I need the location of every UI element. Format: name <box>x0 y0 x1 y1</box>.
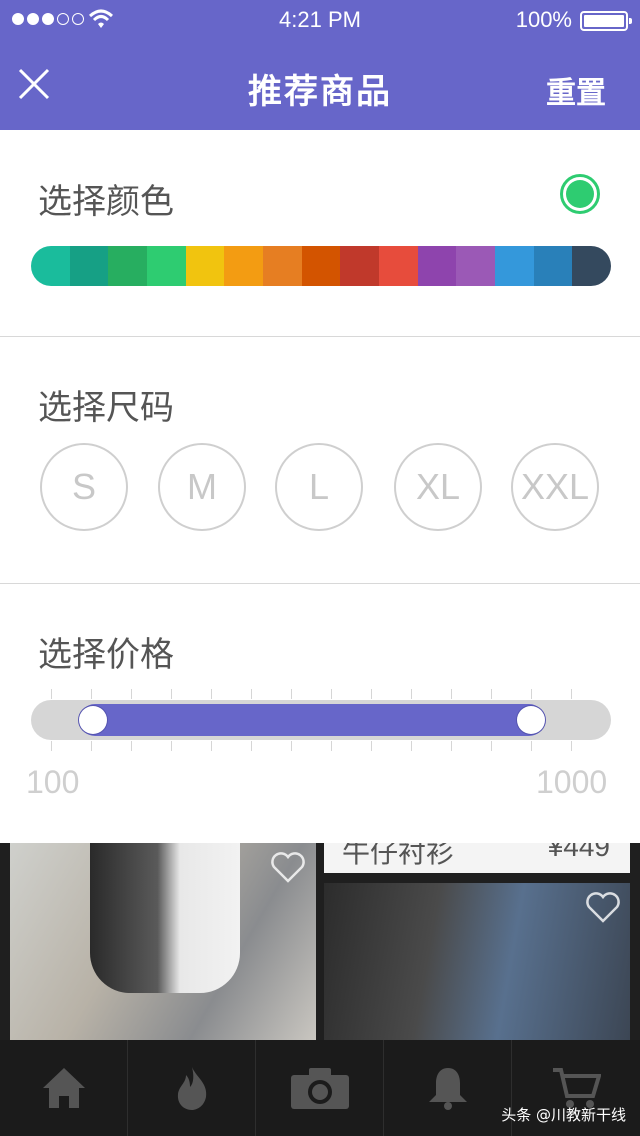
heart-icon[interactable] <box>585 891 621 923</box>
page-title: 推荐商品 <box>248 72 392 112</box>
color-swatch[interactable] <box>263 246 302 286</box>
color-swatch[interactable] <box>572 246 611 286</box>
price-slider-track[interactable] <box>31 700 611 740</box>
product-price-right: ¥449 <box>547 843 610 862</box>
color-swatch[interactable] <box>379 246 418 286</box>
status-bar: 4:21 PM 100% <box>0 0 640 40</box>
color-swatch[interactable] <box>108 246 148 286</box>
size-section-title: 选择尺码 <box>38 388 174 428</box>
size-option-m[interactable]: M <box>158 443 246 531</box>
heart-icon[interactable] <box>270 851 306 883</box>
watermark: 头条 @川教新干线 <box>501 1106 626 1124</box>
price-tick <box>91 689 92 699</box>
price-tick <box>131 741 132 751</box>
price-tick <box>211 689 212 699</box>
size-option-xl[interactable]: XL <box>394 443 482 531</box>
price-tick <box>491 741 492 751</box>
price-min-label: 100 <box>26 764 80 800</box>
home-icon <box>42 1068 85 1108</box>
price-section-title: 选择价格 <box>38 635 174 675</box>
price-tick <box>371 741 372 751</box>
color-swatch[interactable] <box>417 246 457 286</box>
size-option-s[interactable]: S <box>40 443 128 531</box>
color-swatch[interactable] <box>456 246 496 286</box>
price-tick <box>251 689 252 699</box>
price-tick <box>451 689 452 699</box>
nav-bar: 推荐商品 重置 <box>0 40 640 130</box>
reset-button[interactable]: 重置 <box>546 68 606 112</box>
divider <box>0 336 640 337</box>
divider <box>0 583 640 584</box>
color-swatch[interactable] <box>224 246 264 286</box>
price-tick <box>531 689 532 699</box>
price-tick <box>491 689 492 699</box>
price-tick <box>451 741 452 751</box>
selected-color-indicator <box>560 174 600 214</box>
price-tick <box>51 741 52 751</box>
price-tick <box>51 689 52 699</box>
tab-notifications[interactable] <box>384 1040 512 1136</box>
size-option-xxl[interactable]: XXL <box>511 443 599 531</box>
price-tick <box>571 741 572 751</box>
price-tick <box>331 689 332 699</box>
tab-home[interactable] <box>0 1040 128 1136</box>
camera-icon <box>290 1068 349 1109</box>
price-tick <box>411 689 412 699</box>
price-tick <box>91 741 92 751</box>
size-option-l[interactable]: L <box>275 443 363 531</box>
color-section-title: 选择颜色 <box>38 182 174 222</box>
tab-camera[interactable] <box>256 1040 384 1136</box>
color-swatch[interactable] <box>301 246 341 286</box>
price-tick <box>371 689 372 699</box>
color-swatch[interactable] <box>147 246 186 286</box>
price-tick <box>171 741 172 751</box>
price-tick <box>291 689 292 699</box>
color-swatch[interactable] <box>495 246 534 286</box>
color-swatch[interactable] <box>31 246 70 286</box>
color-swatch[interactable] <box>185 246 225 286</box>
battery-percent: 100% <box>515 7 572 32</box>
price-tick <box>411 741 412 751</box>
price-tick <box>571 689 572 699</box>
price-tick <box>251 741 252 751</box>
price-slider-range <box>79 704 546 736</box>
product-feed-background: 牛仔衬衫 ¥449 <box>0 843 640 1040</box>
price-tick <box>171 689 172 699</box>
price-tick <box>531 741 532 751</box>
price-tick <box>331 741 332 751</box>
product-name-right: 牛仔衬衫 <box>342 843 455 869</box>
bell-icon <box>428 1068 467 1110</box>
selected-color-dot <box>566 180 594 208</box>
tab-hot[interactable] <box>128 1040 256 1136</box>
price-tick <box>131 689 132 699</box>
price-tick <box>291 741 292 751</box>
color-swatch[interactable] <box>340 246 380 286</box>
price-tick <box>211 741 212 751</box>
color-swatch[interactable] <box>69 246 109 286</box>
color-picker-bar[interactable] <box>31 246 611 286</box>
price-max-label: 1000 <box>536 764 608 800</box>
price-min-handle[interactable] <box>79 706 108 734</box>
color-swatch[interactable] <box>533 246 573 286</box>
filter-panel: 选择颜色 选择尺码 S M L XL XXL 选择价格 100 1000 <box>0 130 640 843</box>
fire-icon <box>177 1067 206 1110</box>
battery-icon <box>580 11 632 31</box>
